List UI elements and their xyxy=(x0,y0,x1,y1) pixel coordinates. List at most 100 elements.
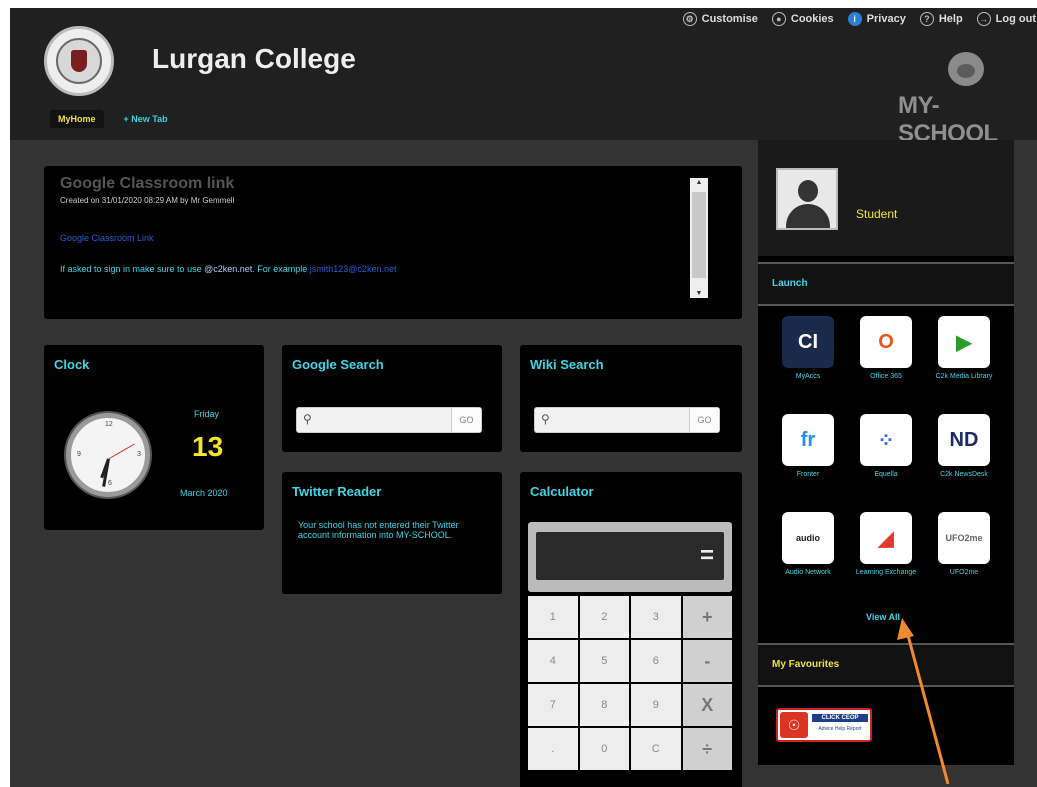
help-icon: ? xyxy=(919,12,934,26)
announcement-title: Google Classroom link xyxy=(60,175,235,192)
profile-card: Student xyxy=(758,140,1014,256)
twitter-reader-widget: Twitter Reader Your school has not enter… xyxy=(282,472,502,594)
ceop-subtitle: Advice Help Report xyxy=(818,726,862,732)
calc-key-7[interactable]: 7 xyxy=(528,684,578,726)
twitter-reader-message: Your school has not entered their Twitte… xyxy=(298,520,459,540)
launch-app-learning-exchange[interactable]: ◢ Learning Exchange xyxy=(850,512,922,606)
launch-app-equella[interactable]: ⁘ Equella xyxy=(850,414,922,508)
announcement-text-after: . For example xyxy=(252,264,310,274)
launch-app-label: Audio Network xyxy=(785,569,831,576)
ceop-title: CLICK CEOP xyxy=(812,714,868,722)
launch-app-label: UFO2me xyxy=(949,569,979,576)
tab-myhome[interactable]: MyHome xyxy=(50,110,104,128)
launch-apps-grid: CI MyAccs O Office 365 ▶ C2k Media Library fr F… xyxy=(772,316,1002,606)
calc-key-multiply[interactable]: X xyxy=(682,684,732,726)
google-search-widget: Google Search ⚲ GO xyxy=(282,345,502,452)
privacy-link[interactable]: i Privacy xyxy=(847,12,906,26)
announcement-panel: Google Classroom link Created on 31/01/2… xyxy=(44,166,742,319)
scroll-down-icon[interactable]: ▼ xyxy=(690,290,708,297)
cookie-icon: ● xyxy=(771,12,786,26)
calc-key-5[interactable]: 5 xyxy=(579,640,629,682)
calculator-equals-button[interactable]: = xyxy=(700,542,714,570)
twitter-reader-title: Twitter Reader xyxy=(292,484,382,499)
logout-icon: → xyxy=(976,12,991,26)
site-header: Lurgan College ⚙ Customise ● Cookies i P… xyxy=(10,8,1037,147)
myschool-logo: MY-SCHOOL xyxy=(882,52,1032,147)
calc-key-8[interactable]: 8 xyxy=(579,684,629,726)
launch-app-label: Office 365 xyxy=(870,373,902,380)
ceop-favourite-button[interactable]: ☉ CLICK CEOP Advice Help Report xyxy=(776,708,872,742)
scrollbar-thumb[interactable] xyxy=(692,192,706,278)
calc-key-0[interactable]: 0 xyxy=(579,728,629,770)
launch-app-myaccs[interactable]: CI MyAccs xyxy=(772,316,844,410)
announcement-scrollbar[interactable]: ▲ ▼ xyxy=(690,178,708,298)
launch-app-label: Fronter xyxy=(796,471,820,478)
launch-app-label: MyAccs xyxy=(795,373,821,380)
announcement-meta: Created on 31/01/2020 08:29 AM by Mr Gem… xyxy=(60,196,235,205)
clock-title: Clock xyxy=(54,357,90,372)
office-365-icon: O xyxy=(860,316,912,368)
top-links: ⚙ Customise ● Cookies i Privacy ? Help →… xyxy=(682,12,1036,26)
myschool-mascot-icon xyxy=(948,52,984,86)
calc-key-3[interactable]: 3 xyxy=(631,596,681,638)
calculator-keypad: 1 2 3 + 4 5 6 - 7 8 9 X . 0 C ÷ xyxy=(528,596,732,770)
calc-key-2[interactable]: 2 xyxy=(579,596,629,638)
right-sidebar: Student Launch CI MyAccs O Office 365 ▶ C2k M… xyxy=(758,140,1014,765)
launch-app-label: Learning Exchange xyxy=(855,569,917,576)
launch-app-audio-network[interactable]: audio Audio Network xyxy=(772,512,844,606)
calc-key-decimal[interactable]: . xyxy=(528,728,578,770)
calculator-title: Calculator xyxy=(530,484,594,499)
newsdesk-icon: ND xyxy=(938,414,990,466)
page-frame: Lurgan College ⚙ Customise ● Cookies i P… xyxy=(10,8,1037,787)
wiki-search-go-button[interactable]: GO xyxy=(689,408,719,432)
clock-day: Friday xyxy=(194,409,220,419)
calc-key-divide[interactable]: ÷ xyxy=(682,728,732,770)
calculator-display: = xyxy=(536,532,724,580)
google-search-title: Google Search xyxy=(292,357,384,372)
equella-icon: ⁘ xyxy=(860,414,912,466)
google-search-go-button[interactable]: GO xyxy=(451,408,481,432)
clock-widget: Clock 12 3 6 9 Friday 13 March 2020 xyxy=(44,345,264,530)
calc-key-1[interactable]: 1 xyxy=(528,596,578,638)
customise-link[interactable]: ⚙ Customise xyxy=(682,12,758,26)
calc-key-minus[interactable]: - xyxy=(682,640,732,682)
calc-key-4[interactable]: 4 xyxy=(528,640,578,682)
google-classroom-link[interactable]: Google Classroom Link xyxy=(60,233,154,243)
customise-label: Customise xyxy=(701,13,758,25)
favourites-section-header: My Favourites xyxy=(758,643,1014,687)
wiki-search-input[interactable]: ⚲ GO xyxy=(534,407,720,433)
school-crest-logo xyxy=(44,26,114,96)
ufo2me-icon: UFO2me xyxy=(938,512,990,564)
calc-key-9[interactable]: 9 xyxy=(631,684,681,726)
launch-title: Launch xyxy=(772,278,808,289)
favourites-title: My Favourites xyxy=(772,659,840,670)
announcement-text: If asked to sign in make sure to use @c2… xyxy=(60,264,396,274)
search-icon: ⚲ xyxy=(541,412,550,426)
launch-app-label: C2k NewsDesk xyxy=(940,471,988,478)
analog-clock-icon: 12 3 6 9 xyxy=(66,413,150,497)
calc-key-6[interactable]: 6 xyxy=(631,640,681,682)
calc-key-clear[interactable]: C xyxy=(631,728,681,770)
cookies-link[interactable]: ● Cookies xyxy=(771,12,834,26)
google-search-input[interactable]: ⚲ GO xyxy=(296,407,482,433)
clock-month: March 2020 xyxy=(180,488,228,498)
avatar[interactable] xyxy=(776,168,838,230)
launch-app-ufo2me[interactable]: UFO2me UFO2me xyxy=(928,512,1000,606)
launch-app-c2k-media-library[interactable]: ▶ C2k Media Library xyxy=(928,316,1000,410)
example-email-link[interactable]: jsmith123@c2ken.net xyxy=(310,264,397,274)
wiki-search-title: Wiki Search xyxy=(530,357,604,372)
launch-app-office-365[interactable]: O Office 365 xyxy=(850,316,922,410)
launch-app-c2k-newsdesk[interactable]: ND C2k NewsDesk xyxy=(928,414,1000,508)
logout-link[interactable]: → Log out xyxy=(976,12,1036,26)
help-link[interactable]: ? Help xyxy=(919,12,963,26)
launch-app-fronter[interactable]: fr Fronter xyxy=(772,414,844,508)
privacy-icon: i xyxy=(847,12,862,26)
wiki-search-widget: Wiki Search ⚲ GO xyxy=(520,345,742,452)
view-all-link[interactable]: View All xyxy=(866,612,900,622)
clock-date: 13 xyxy=(192,431,224,462)
ceop-icon: ☉ xyxy=(780,712,808,738)
scroll-up-icon[interactable]: ▲ xyxy=(690,179,708,186)
new-tab-button[interactable]: + New Tab xyxy=(116,110,176,128)
calc-key-plus[interactable]: + xyxy=(682,596,732,638)
launch-section-header: Launch xyxy=(758,262,1014,306)
